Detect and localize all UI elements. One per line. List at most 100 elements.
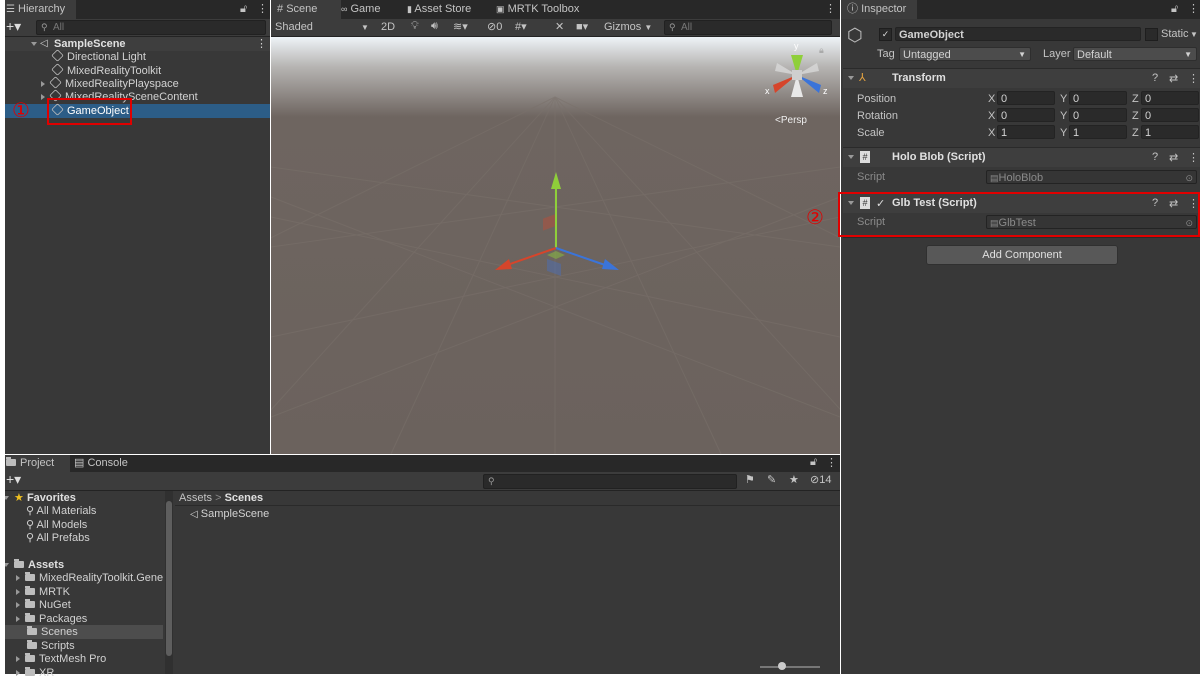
list-item[interactable]: MixedRealityToolkit (51, 63, 161, 78)
persp-toggle[interactable]: <Persp (775, 115, 807, 126)
tag-dropdown[interactable]: Untagged ▼ (899, 47, 1031, 61)
scale-x-field[interactable]: 1 (997, 125, 1055, 139)
tree-scrollbar[interactable] (165, 491, 173, 674)
expand-arrow-icon[interactable] (16, 602, 20, 608)
breadcrumb-root[interactable]: Assets (179, 492, 212, 504)
help-icon[interactable]: ? (1152, 151, 1158, 163)
breadcrumb-current[interactable]: Scenes (225, 492, 264, 504)
favorites-header[interactable]: ★ Favorites (3, 491, 76, 505)
list-item-selected[interactable]: Scenes (0, 625, 163, 639)
favorite-star-icon[interactable]: ★ (789, 473, 799, 486)
add-icon[interactable]: +▾ (6, 471, 21, 488)
hierarchy-search-input[interactable]: ⚲ All (36, 20, 266, 35)
expand-arrow-icon[interactable] (41, 81, 45, 87)
list-item[interactable]: Packages (16, 612, 87, 626)
list-item[interactable]: Directional Light (51, 49, 146, 64)
visibility-icon[interactable]: ⊘14 (810, 473, 831, 486)
tools-icon[interactable]: ✕ (555, 20, 564, 33)
scale-y-field[interactable]: 1 (1069, 125, 1127, 139)
tab-game[interactable]: ∞ Game (335, 0, 386, 19)
active-checkbox[interactable]: ✓ (879, 28, 892, 41)
scene-search-input[interactable]: ⚲ All (664, 20, 832, 35)
list-item[interactable]: TextMesh Pro (16, 652, 106, 666)
grid-toggle-icon[interactable]: #▾ (515, 20, 527, 33)
toggle-2d-button[interactable]: 2D (381, 19, 395, 36)
expand-arrow-icon[interactable] (41, 94, 45, 100)
more-icon[interactable]: ⋮ (257, 2, 268, 15)
static-checkbox[interactable] (1145, 28, 1158, 41)
zoom-slider[interactable] (760, 662, 820, 670)
tab-console[interactable]: ▤ Console (68, 455, 134, 472)
tab-inspector[interactable]: ⓘ Inspector (841, 0, 917, 19)
lock-icon[interactable]: 🔓︎ (810, 456, 817, 469)
more-icon[interactable]: ⋮ (1188, 72, 1199, 85)
expand-arrow-icon[interactable] (16, 670, 20, 676)
tab-hierarchy[interactable]: ☰ Hierarchy (0, 0, 76, 19)
list-item[interactable]: ⚲ All Models (26, 518, 87, 532)
tab-scene[interactable]: # Scene (271, 0, 341, 19)
list-item-selected[interactable]: GameObject (0, 103, 270, 118)
lock-view-icon[interactable]: 🔒︎ (819, 45, 824, 56)
rotation-y-field[interactable]: 0 (1069, 108, 1127, 122)
list-item[interactable]: MixedRealityPlayspace (41, 76, 179, 91)
holo-blob-script-field[interactable]: ▤HoloBlob ⊙ (986, 170, 1197, 184)
scene-viewport[interactable]: y x z 🔒︎ <Persp (271, 37, 840, 454)
holo-blob-header[interactable]: # Holo Blob (Script) ? ⇄ ⋮ (843, 147, 1200, 167)
expand-arrow-icon[interactable] (16, 575, 20, 581)
transform-header[interactable]: ⅄ Transform ? ⇄ ⋮ (843, 68, 1200, 88)
tab-asset-store[interactable]: ▮ Asset Store (401, 0, 477, 19)
more-icon[interactable]: ⋮ (825, 2, 836, 15)
layer-dropdown[interactable]: Default ▼ (1073, 47, 1197, 61)
expand-arrow-icon[interactable] (848, 76, 854, 80)
expand-arrow-icon[interactable] (848, 155, 854, 159)
preset-icon[interactable]: ⇄ (1169, 72, 1178, 85)
chevron-down-icon[interactable]: ▼ (1190, 30, 1198, 39)
expand-arrow-icon[interactable] (16, 616, 20, 622)
expand-arrow-icon[interactable] (16, 589, 20, 595)
scene-menu-icon[interactable]: ⋮ (256, 37, 267, 51)
preset-icon[interactable]: ⇄ (1169, 151, 1178, 164)
scale-z-field[interactable]: 1 (1141, 125, 1199, 139)
list-item[interactable]: ⚲ All Materials (26, 504, 96, 518)
rotation-x-field[interactable]: 0 (997, 108, 1055, 122)
slider-handle[interactable] (778, 662, 786, 670)
target-icon[interactable]: ⊙ (1185, 171, 1193, 185)
audio-icon[interactable]: 🔊︎ (431, 20, 438, 33)
object-name-field[interactable]: GameObject (895, 27, 1141, 41)
list-item[interactable]: ⚲ All Prefabs (26, 531, 90, 545)
list-item[interactable]: Scripts (27, 639, 75, 653)
more-icon[interactable]: ⋮ (1188, 2, 1199, 15)
assets-header[interactable]: Assets (3, 558, 64, 572)
search-by-label-icon[interactable]: ✎ (767, 473, 776, 486)
list-item[interactable]: XR (16, 666, 54, 680)
scene-row[interactable]: ◁ SampleScene ⋮ (0, 37, 270, 51)
expand-arrow-icon[interactable] (16, 656, 20, 662)
list-item[interactable]: MRTK (16, 585, 70, 599)
camera-icon[interactable]: ■▾ (576, 20, 588, 33)
static-label[interactable]: Static (1161, 28, 1189, 40)
more-icon[interactable]: ⋮ (826, 456, 837, 469)
scrollbar-thumb[interactable] (166, 501, 172, 656)
effects-icon[interactable]: ≋▾ (453, 20, 468, 33)
move-gizmo[interactable] (487, 167, 627, 287)
position-x-field[interactable]: 0 (997, 91, 1055, 105)
shading-mode-dropdown[interactable]: Shaded ▼ (271, 19, 375, 36)
add-component-button[interactable]: Add Component (926, 245, 1118, 265)
lighting-icon[interactable]: 💡︎ (411, 20, 419, 33)
position-y-field[interactable]: 0 (1069, 91, 1127, 105)
list-item[interactable]: NuGet (16, 598, 71, 612)
project-search-input[interactable]: ⚲ (483, 474, 737, 489)
gizmos-dropdown[interactable]: Gizmos ▼ (604, 19, 652, 36)
more-icon[interactable]: ⋮ (1188, 151, 1199, 164)
add-icon[interactable]: +▾ (6, 18, 21, 35)
list-item[interactable]: ◁ SampleScene (190, 507, 269, 521)
visibility-icon[interactable]: ⊘0 (487, 20, 502, 33)
rotation-z-field[interactable]: 0 (1141, 108, 1199, 122)
tab-mrtk-toolbox[interactable]: ▣ MRTK Toolbox (490, 0, 585, 19)
list-item[interactable]: MixedRealityToolkit.Gene (16, 571, 163, 585)
help-icon[interactable]: ? (1152, 72, 1158, 84)
tab-project[interactable]: Project (0, 455, 70, 472)
expand-arrow-icon[interactable] (31, 42, 37, 46)
position-z-field[interactable]: 0 (1141, 91, 1199, 105)
lock-icon[interactable]: 🔓︎ (1171, 3, 1178, 16)
